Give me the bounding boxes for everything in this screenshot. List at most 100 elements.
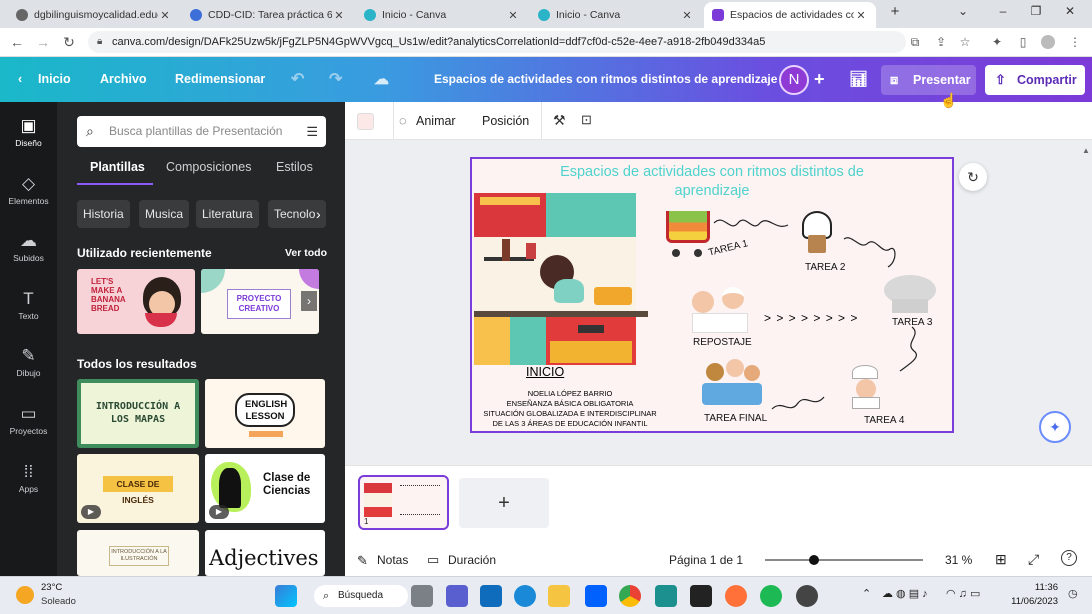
present-button[interactable]: ⧈ Presentar: [881, 65, 976, 95]
close-window-icon[interactable]: ✕: [1060, 4, 1080, 18]
zoom-slider-track[interactable]: [765, 559, 923, 561]
sidebar-item-text[interactable]: T Texto: [0, 289, 57, 321]
user-avatar[interactable]: N: [779, 65, 809, 95]
template-result-maps[interactable]: INTRODUCCIÓN A LOS MAPAS: [77, 379, 199, 448]
windows-start-icon[interactable]: [275, 585, 297, 607]
chrome-icon[interactable]: [619, 585, 641, 607]
recent-template-creative-project[interactable]: PROYECTO CREATIVO ›: [201, 269, 319, 334]
filter-sliders-icon[interactable]: ☰: [306, 116, 318, 147]
wifi-volume-battery-icons[interactable]: ◠ ♫ ▭: [946, 587, 980, 600]
design-title[interactable]: Espacios de actividades con ritmos disti…: [434, 57, 777, 102]
clock-date[interactable]: 11/06/2023: [1010, 596, 1058, 607]
fullscreen-icon[interactable]: ⤢: [1028, 551, 1039, 568]
add-collaborator-button[interactable]: +: [814, 57, 825, 102]
template-result-english-class[interactable]: CLASE DE INGLÉS ▶: [77, 454, 199, 523]
tab-templates[interactable]: Plantillas: [90, 160, 145, 174]
weather-text[interactable]: Soleado: [41, 596, 76, 607]
browser-tab-5[interactable]: Espacios de actividades con ✕: [704, 2, 876, 28]
see-all-link[interactable]: Ver todo: [285, 247, 327, 259]
sidebar-item-design[interactable]: ▣ Diseño: [0, 116, 57, 148]
close-icon[interactable]: ✕: [506, 9, 520, 22]
back-arrow-icon[interactable]: ←: [8, 34, 26, 50]
background-color-swatch[interactable]: [357, 113, 374, 130]
task-view-icon[interactable]: [411, 585, 433, 607]
template-result-english-lesson[interactable]: ENGLISH LESSON: [205, 379, 325, 448]
new-tab-button[interactable]: +: [885, 3, 905, 20]
notes-button[interactable]: Notas: [377, 553, 408, 567]
template-search-input[interactable]: ⌕ Busca plantillas de Presentación ☰: [77, 116, 326, 147]
close-icon[interactable]: ✕: [680, 9, 694, 22]
app-icon[interactable]: [655, 585, 677, 607]
tab-styles[interactable]: Estilos: [276, 160, 313, 174]
close-icon[interactable]: ✕: [332, 9, 346, 22]
position-button[interactable]: Posición: [482, 114, 529, 128]
browser-tab-2[interactable]: CDD-CID: Tarea práctica 6 - F ✕: [182, 2, 354, 28]
forward-arrow-icon[interactable]: →: [34, 34, 52, 50]
close-icon[interactable]: ✕: [158, 9, 172, 22]
redo-icon[interactable]: ↷: [329, 57, 342, 102]
undo-icon[interactable]: ↶: [291, 57, 304, 102]
browser-tab-4[interactable]: Inicio - Canva ✕: [530, 2, 702, 28]
spotify-icon[interactable]: [760, 585, 782, 607]
tab-search-chevron-icon[interactable]: ⌄: [953, 4, 973, 18]
restore-icon[interactable]: ❐: [1026, 4, 1046, 18]
vertical-scrollbar[interactable]: ▲: [1082, 146, 1090, 446]
sidebar-item-uploads[interactable]: ☁ Subidos: [0, 231, 57, 263]
animate-button[interactable]: Animar: [416, 114, 456, 128]
duration-button[interactable]: Duración: [448, 553, 496, 567]
paint-roller-icon[interactable]: ⚒: [553, 112, 566, 129]
tab-compositions[interactable]: Composiciones: [166, 160, 251, 174]
notification-bell-icon[interactable]: ◷: [1068, 587, 1078, 600]
category-chip-literature[interactable]: Literatura: [196, 200, 259, 228]
category-chip-music[interactable]: Musica: [139, 200, 190, 228]
teams-icon[interactable]: [446, 585, 468, 607]
template-result-adjectives[interactable]: Adjectives: [205, 530, 325, 576]
cloud-saved-icon[interactable]: ☁: [374, 57, 389, 102]
url-field[interactable]: 🔒︎ canva.com/design/DAFk25Uzw5k/jFgZLP5N…: [88, 31, 906, 53]
chevron-right-icon[interactable]: ›: [316, 200, 330, 228]
slide-canvas[interactable]: Espacios de actividades con ritmos disti…: [470, 157, 954, 433]
weather-temp[interactable]: 23°C: [41, 582, 62, 593]
edge-icon[interactable]: [514, 585, 536, 607]
template-result-science-class[interactable]: Clase de Ciencias ▶: [205, 454, 325, 523]
firefox-icon[interactable]: [725, 585, 747, 607]
dropbox-icon[interactable]: [585, 585, 607, 607]
grid-view-icon[interactable]: ⊞: [995, 551, 1007, 568]
file-explorer-icon[interactable]: [548, 585, 570, 607]
lock-icon[interactable]: ⊡: [581, 112, 592, 128]
sidebar-icon[interactable]: ▯: [1016, 35, 1030, 49]
cast-icon[interactable]: ⧉: [908, 35, 922, 49]
file-menu-button[interactable]: Archivo: [100, 57, 147, 102]
profile-avatar-icon[interactable]: [1041, 35, 1055, 49]
extensions-puzzle-icon[interactable]: ✦: [990, 35, 1004, 49]
browser-tab-1[interactable]: dgbilinguismoycalidad.educa ✕: [8, 2, 180, 28]
recent-template-banana-bread[interactable]: LET'S MAKE A BANANA BREAD: [77, 269, 195, 334]
share-button[interactable]: ⇧ Compartir: [985, 65, 1085, 95]
sidebar-item-elements[interactable]: ◇ Elementos: [0, 174, 57, 206]
tray-icons[interactable]: ☁ ◍ ▤ ♪: [882, 587, 928, 600]
sidebar-item-draw[interactable]: ✎ Dibujo: [0, 346, 57, 378]
template-result-illustration[interactable]: INTRODUCCIÓN A LA ILUSTRACIÓN: [77, 530, 199, 576]
chevron-up-icon[interactable]: ⌃: [862, 587, 871, 600]
refresh-icon[interactable]: ↻: [959, 163, 987, 191]
more-vertical-icon[interactable]: ⋮: [1068, 35, 1082, 49]
resize-button[interactable]: Redimensionar: [175, 57, 265, 102]
lightning-app-icon[interactable]: [690, 585, 712, 607]
home-chevron-icon[interactable]: ‹: [18, 57, 22, 102]
bookmark-star-icon[interactable]: ☆: [958, 35, 972, 49]
close-icon[interactable]: ✕: [854, 9, 868, 22]
clock-time[interactable]: 11:36: [1030, 582, 1058, 593]
settings-gear-icon[interactable]: [796, 585, 818, 607]
home-button[interactable]: Inicio: [38, 57, 71, 102]
mail-icon[interactable]: [480, 585, 502, 607]
browser-tab-3[interactable]: Inicio - Canva ✕: [356, 2, 528, 28]
magic-sparkle-icon[interactable]: ✦: [1039, 411, 1071, 443]
carousel-next-icon[interactable]: ›: [301, 291, 317, 311]
taskbar-search[interactable]: ⌕ Búsqueda: [314, 585, 408, 607]
zoom-slider-thumb[interactable]: [808, 555, 819, 565]
category-chip-history[interactable]: Historia: [77, 200, 130, 228]
page-thumbnail-1[interactable]: 1: [358, 475, 449, 530]
add-page-button[interactable]: +: [459, 478, 549, 528]
sidebar-item-apps[interactable]: ⁞⁞ Apps: [0, 462, 57, 494]
sidebar-item-projects[interactable]: ▭ Proyectos: [0, 404, 57, 436]
